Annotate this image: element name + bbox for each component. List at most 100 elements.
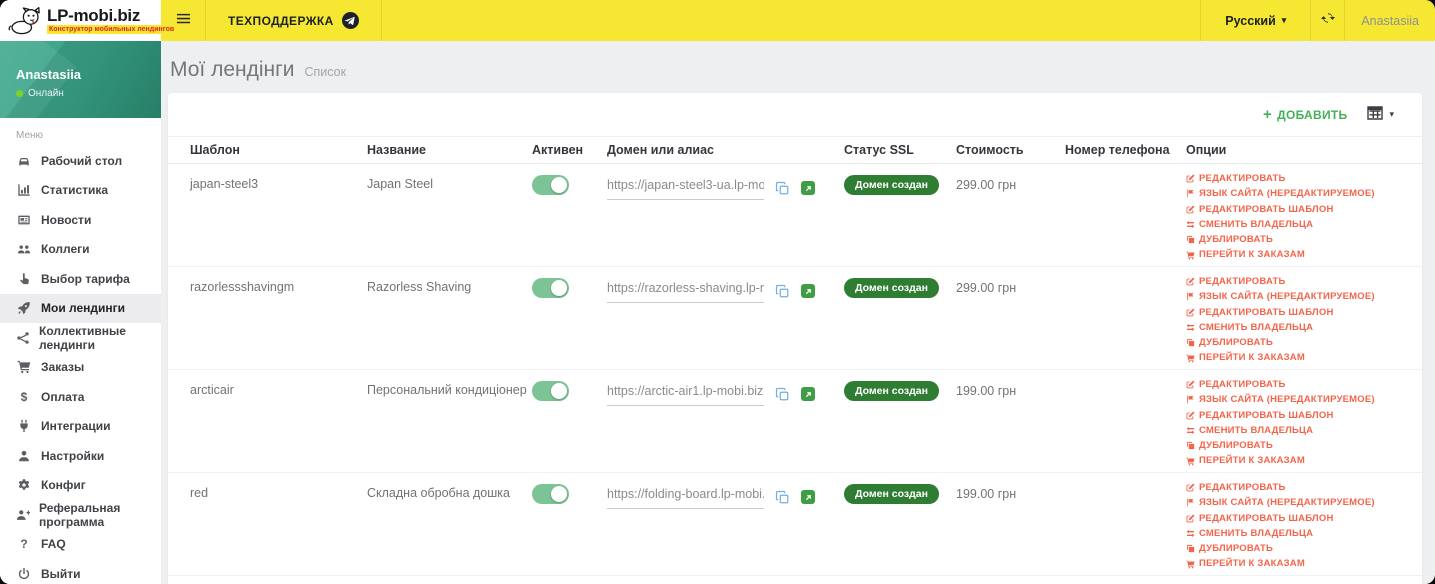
sidebar-item-integrations[interactable]: Интеграции (0, 412, 161, 442)
domain-input[interactable] (607, 177, 764, 200)
telegram-icon (341, 12, 359, 29)
option-go-to-orders[interactable]: ПЕРЕЙТИ К ЗАКАЗАМ (1186, 247, 1422, 262)
duplicate-icon (1186, 235, 1195, 244)
add-landing-button[interactable]: + ДОБАВИТЬ (1263, 107, 1347, 122)
open-site-icon[interactable] (801, 284, 815, 298)
option-change-owner[interactable]: СМЕНИТЬ ВЛАДЕЛЬЦА (1186, 217, 1422, 232)
logo-title: LP-mobi.biz (47, 6, 141, 25)
name-cell: Razorless Shaving (367, 280, 472, 294)
menu-section-label: Меню (16, 130, 44, 141)
exchange-icon (1186, 220, 1195, 229)
table-row: razorlessshavingm Razorless Shaving Домен … (168, 267, 1422, 370)
edit-icon (1186, 380, 1195, 389)
sidebar-item-settings[interactable]: Настройки (0, 441, 161, 471)
option-change-owner[interactable]: СМЕНИТЬ ВЛАДЕЛЬЦА (1186, 526, 1422, 541)
template-cell: red (190, 486, 209, 500)
copy-domain-icon[interactable] (775, 490, 790, 505)
options-cell: РЕДАКТИРОВАТЬЯЗЫК САЙТА (НЕРЕДАКТИРУЕМОЕ… (1186, 480, 1422, 572)
domain-input[interactable] (607, 383, 764, 406)
table-grid-icon (1367, 106, 1384, 123)
language-dropdown[interactable]: Русский ▾ (1200, 0, 1310, 41)
option-duplicate[interactable]: ДУБЛИРОВАТЬ (1186, 232, 1422, 247)
option-site-language[interactable]: ЯЗЫК САЙТА (НЕРЕДАКТИРУЕМОЕ) (1186, 186, 1422, 201)
ssl-status-badge: Домен создан (844, 278, 939, 298)
name-cell: Japan Steel (367, 177, 434, 191)
edit-icon (1186, 514, 1195, 523)
active-toggle[interactable] (532, 484, 569, 504)
sidebar-item-news[interactable]: Новости (0, 205, 161, 235)
option-duplicate[interactable]: ДУБЛИРОВАТЬ (1186, 541, 1422, 556)
support-label: ТЕХПОДДЕРЖКА (228, 13, 334, 28)
option-duplicate[interactable]: ДУБЛИРОВАТЬ (1186, 335, 1422, 350)
option-edit-template[interactable]: РЕДАКТИРОВАТЬ ШАБЛОН (1186, 511, 1422, 526)
page-subtitle: Список (304, 65, 347, 79)
edit-icon (1186, 205, 1195, 214)
landings-table: Шаблон Название Активен Домен или алиас Стат… (168, 136, 1422, 584)
rocket-icon (16, 301, 32, 315)
active-toggle[interactable] (532, 175, 569, 195)
domain-input[interactable] (607, 280, 764, 303)
sidebar-item-my-landings[interactable]: Мои лендинги (0, 293, 161, 323)
sidebar-item-faq[interactable]: ? FAQ (0, 530, 161, 560)
option-go-to-orders[interactable]: ПЕРЕЙТИ К ЗАКАЗАМ (1186, 350, 1422, 365)
online-status-label: Онлайн (28, 88, 64, 99)
user-menu[interactable]: Anastasiia (1344, 0, 1435, 41)
main-content: Мої лендінги Список + ДОБАВИТЬ ▾ Шаблон … (161, 41, 1435, 584)
sidebar-item-tariff[interactable]: Выбор тарифа (0, 264, 161, 294)
copy-domain-icon[interactable] (775, 387, 790, 402)
option-edit[interactable]: РЕДАКТИРОВАТЬ (1186, 377, 1422, 392)
sidebar-item-statistics[interactable]: Статистика (0, 176, 161, 206)
active-toggle[interactable] (532, 381, 569, 401)
sidebar-item-label: FAQ (41, 537, 66, 552)
sidebar-toggle-button[interactable] (161, 0, 206, 41)
plug-icon (16, 419, 32, 433)
support-button[interactable]: ТЕХПОДДЕРЖКА (206, 0, 382, 41)
option-edit-template[interactable]: РЕДАКТИРОВАТЬ ШАБЛОН (1186, 305, 1422, 320)
option-site-language[interactable]: ЯЗЫК САЙТА (НЕРЕДАКТИРУЕМОЕ) (1186, 392, 1422, 407)
option-site-language[interactable]: ЯЗЫК САЙТА (НЕРЕДАКТИРУЕМОЕ) (1186, 289, 1422, 304)
copy-domain-icon[interactable] (775, 181, 790, 196)
option-edit[interactable]: РЕДАКТИРОВАТЬ (1186, 171, 1422, 186)
column-header: Стоимость (956, 143, 1024, 157)
sidebar-item-collective-landings[interactable]: Коллективные лендинги (0, 323, 161, 353)
sidebar-item-orders[interactable]: Заказы (0, 353, 161, 383)
columns-dropdown-button[interactable]: ▾ (1367, 106, 1394, 123)
option-change-owner[interactable]: СМЕНИТЬ ВЛАДЕЛЬЦА (1186, 423, 1422, 438)
sidebar-item-payment[interactable]: $ Оплата (0, 382, 161, 412)
sidebar-item-logout[interactable]: Выйти (0, 559, 161, 584)
open-site-icon[interactable] (801, 490, 815, 504)
app-logo[interactable]: LP-mobi.biz Конструктор мобильных лендин… (0, 0, 177, 41)
open-site-icon[interactable] (801, 181, 815, 195)
refresh-button[interactable] (1310, 0, 1344, 41)
toggle-knob (551, 486, 567, 502)
sidebar-item-desktop[interactable]: Рабочий стол (0, 146, 161, 176)
domain-input[interactable] (607, 486, 764, 509)
hand-pointer-icon (16, 272, 32, 286)
option-site-language[interactable]: ЯЗЫК САЙТА (НЕРЕДАКТИРУЕМОЕ) (1186, 495, 1422, 510)
edit-icon (1186, 483, 1195, 492)
option-edit[interactable]: РЕДАКТИРОВАТЬ (1186, 480, 1422, 495)
exchange-icon (1186, 529, 1195, 538)
active-toggle[interactable] (532, 278, 569, 298)
sidebar-item-label: Коллеги (41, 242, 90, 257)
open-site-icon[interactable] (801, 387, 815, 401)
price-cell: 199.00 грн (956, 487, 1017, 501)
option-duplicate[interactable]: ДУБЛИРОВАТЬ (1186, 438, 1422, 453)
copy-domain-icon[interactable] (775, 284, 790, 299)
table-header-row: Шаблон Название Активен Домен или алиас Стат… (168, 136, 1422, 164)
sidebar-item-label: Выбор тарифа (41, 271, 130, 286)
option-edit-template[interactable]: РЕДАКТИРОВАТЬ ШАБЛОН (1186, 408, 1422, 423)
user-plus-icon (16, 508, 30, 522)
ssl-status-badge: Домен создан (844, 381, 939, 401)
option-go-to-orders[interactable]: ПЕРЕЙТИ К ЗАКАЗАМ (1186, 453, 1422, 468)
sidebar-item-config[interactable]: Конфиг (0, 471, 161, 501)
template-cell: japan-steel3 (190, 177, 259, 191)
chart-icon (16, 183, 32, 197)
sidebar-item-colleagues[interactable]: Коллеги (0, 235, 161, 265)
option-go-to-orders[interactable]: ПЕРЕЙТИ К ЗАКАЗАМ (1186, 556, 1422, 571)
option-change-owner[interactable]: СМЕНИТЬ ВЛАДЕЛЬЦА (1186, 320, 1422, 335)
sidebar-item-referral[interactable]: Реферальная программа (0, 500, 161, 530)
option-edit[interactable]: РЕДАКТИРОВАТЬ (1186, 274, 1422, 289)
option-edit-template[interactable]: РЕДАКТИРОВАТЬ ШАБЛОН (1186, 202, 1422, 217)
